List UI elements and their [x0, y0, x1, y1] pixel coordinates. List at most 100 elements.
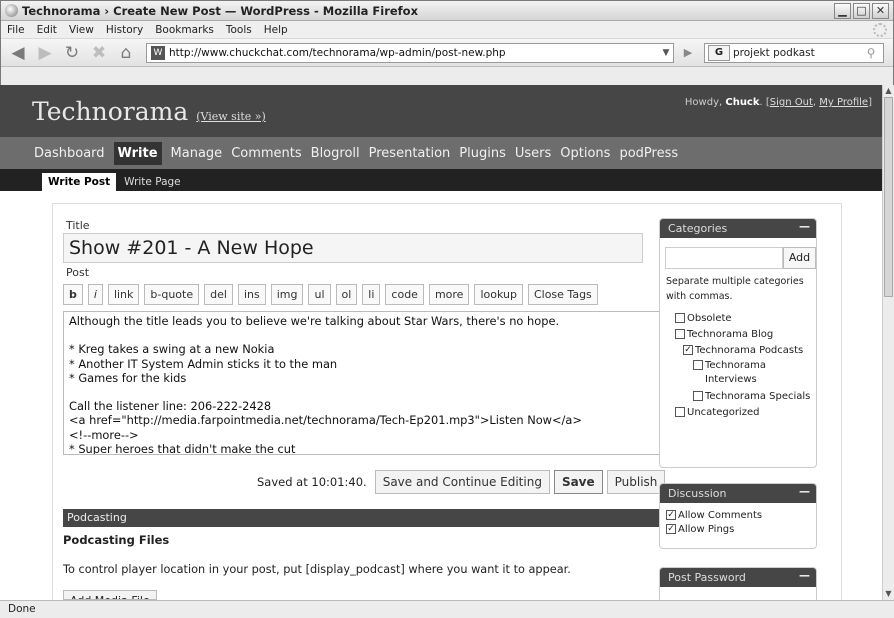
category-help-text: Separate multiple categories with commas… [666, 276, 804, 302]
checkbox-checked[interactable]: ✓ [683, 345, 693, 355]
checkbox-checked[interactable]: ✓ [666, 510, 676, 520]
editor-line[interactable] [69, 385, 668, 399]
status-text: Done [8, 603, 36, 615]
qt-code-button[interactable]: code [385, 284, 424, 305]
category-item[interactable]: ✓ Technorama Podcasts [683, 344, 803, 358]
checkbox[interactable] [693, 360, 703, 370]
minimize-button[interactable]: ▁ [834, 2, 851, 19]
categories-header[interactable]: Categories — [660, 219, 816, 238]
editor-line[interactable]: <!--more--> [69, 428, 668, 442]
allow-comments-label: Allow Comments [678, 510, 763, 521]
qt-ins-button[interactable]: ins [237, 284, 266, 305]
checkbox-checked[interactable]: ✓ [666, 524, 676, 534]
editor-line[interactable]: Call the listener line: 206-222-2428 [69, 399, 668, 413]
menu-help[interactable]: Help [264, 24, 288, 36]
qt-link-button[interactable]: link [107, 284, 140, 305]
editor-line[interactable]: * Kreg takes a swing at a new Nokia [69, 342, 668, 356]
menu-view[interactable]: View [69, 24, 94, 36]
qt-bold-button[interactable]: b [63, 284, 83, 305]
editor-line[interactable]: * Super heroes that didn't make the cut [69, 442, 668, 454]
category-item[interactable]: Technorama Specials [693, 390, 810, 404]
qt-ul-button[interactable]: ul [308, 284, 331, 305]
collapse-icon[interactable]: — [799, 485, 810, 498]
window-title: Technorama › Create New Post — WordPress… [22, 3, 418, 18]
podcasting-header[interactable]: Podcasting — [63, 509, 693, 527]
menu-file[interactable]: File [7, 24, 25, 36]
publish-button[interactable]: Publish [606, 470, 666, 494]
scroll-down-icon[interactable]: ▼ [883, 588, 894, 600]
back-icon[interactable]: ◀ [5, 42, 31, 64]
category-item[interactable]: Technorama Blog [675, 328, 773, 342]
maximize-button[interactable]: □ [853, 2, 870, 19]
save-button[interactable]: Save [553, 470, 603, 494]
qt-ol-button[interactable]: ol [335, 284, 358, 305]
page-scrollbar[interactable]: ▲ ▼ [882, 85, 894, 600]
add-media-file-button[interactable]: Add Media File [63, 590, 157, 600]
save-bar: Saved at 10:01:40. Save and Continue Edi… [257, 470, 669, 494]
editor-line[interactable]: * Another IT System Admin sticks it to t… [69, 357, 668, 371]
stop-icon[interactable]: ✖ [86, 42, 112, 64]
go-icon[interactable]: ▶ [678, 43, 698, 63]
search-engine-icon[interactable]: G [708, 44, 730, 61]
qt-close-tags-button[interactable]: Close Tags [527, 284, 598, 305]
checkbox[interactable] [675, 329, 685, 339]
qt-del-button[interactable]: del [204, 284, 233, 305]
qt-italic-button[interactable]: i [87, 284, 103, 305]
menu-bookmarks[interactable]: Bookmarks [155, 24, 214, 36]
podcasting-files-title: Podcasting Files [63, 533, 170, 547]
qt-bquote-button[interactable]: b-quote [144, 284, 200, 305]
podcasting-title: Podcasting [67, 511, 127, 524]
scroll-up-icon[interactable]: ▲ [883, 85, 894, 97]
add-category-button[interactable]: Add [783, 247, 816, 269]
forward-icon[interactable]: ▶ [32, 42, 58, 64]
post-password-header[interactable]: Post Password — [660, 568, 816, 587]
editor-line[interactable] [69, 328, 668, 342]
collapse-icon[interactable]: — [799, 569, 810, 582]
checkbox[interactable] [675, 313, 685, 323]
category-label: Uncategorized [687, 407, 760, 418]
allow-comments-option[interactable]: ✓ Allow Comments [666, 509, 810, 523]
category-label: Technorama Podcasts [695, 345, 804, 356]
category-item[interactable]: Technorama Interviews [693, 359, 790, 387]
qt-img-button[interactable]: img [270, 284, 304, 305]
save-continue-button[interactable]: Save and Continue Editing [374, 470, 550, 494]
page-scroll-thumb[interactable] [884, 97, 893, 297]
category-item[interactable]: Obsolete [675, 312, 732, 326]
title-label: Title [66, 219, 90, 232]
collapse-icon[interactable]: — [799, 220, 810, 233]
checkbox[interactable] [675, 407, 685, 417]
qt-more-button[interactable]: more [428, 284, 470, 305]
favicon-icon: W [151, 45, 165, 60]
url-text[interactable]: http://www.chuckchat.com/technorama/wp-a… [169, 47, 659, 59]
category-label: Technorama Interviews [705, 360, 766, 385]
throbber-icon [873, 22, 887, 37]
checkbox[interactable] [693, 391, 703, 401]
post-content-textarea[interactable]: Although the title leads you to believe … [63, 311, 693, 455]
menu-bar: File Edit View History Bookmarks Tools H… [1, 21, 893, 39]
category-item[interactable]: Uncategorized [675, 406, 759, 420]
search-icon[interactable]: ⚲ [861, 43, 881, 63]
home-icon[interactable]: ⌂ [113, 42, 139, 64]
menu-history[interactable]: History [106, 24, 143, 36]
firefox-icon [5, 4, 18, 17]
discussion-header[interactable]: Discussion — [660, 484, 816, 503]
editor-line[interactable]: * Games for the kids [69, 371, 668, 385]
editor-layer: Title Show #201 - A New Hope Post b i li… [52, 85, 842, 607]
allow-pings-option[interactable]: ✓ Allow Pings [666, 523, 810, 537]
qt-li-button[interactable]: li [362, 284, 381, 305]
qt-lookup-button[interactable]: lookup [474, 284, 523, 305]
editor-line[interactable]: <a href="http://media.farpointmedia.net/… [69, 413, 668, 427]
category-label: Obsolete [687, 313, 732, 324]
new-category-input[interactable] [665, 247, 783, 269]
search-bar[interactable]: G projekt podkast ⚲ [704, 42, 884, 63]
close-button[interactable]: ✕ [872, 2, 889, 19]
url-dropdown-icon[interactable]: ▼ [659, 48, 673, 58]
address-bar[interactable]: W http://www.chuckchat.com/technorama/wp… [146, 42, 674, 63]
menu-tools[interactable]: Tools [226, 24, 252, 36]
reload-icon[interactable]: ↻ [59, 42, 85, 64]
menu-edit[interactable]: Edit [37, 24, 57, 36]
editor-line[interactable]: Although the title leads you to believe … [69, 314, 668, 328]
title-input[interactable]: Show #201 - A New Hope [63, 233, 643, 263]
search-query[interactable]: projekt podkast [733, 47, 815, 59]
category-label: Technorama Specials [705, 391, 811, 402]
